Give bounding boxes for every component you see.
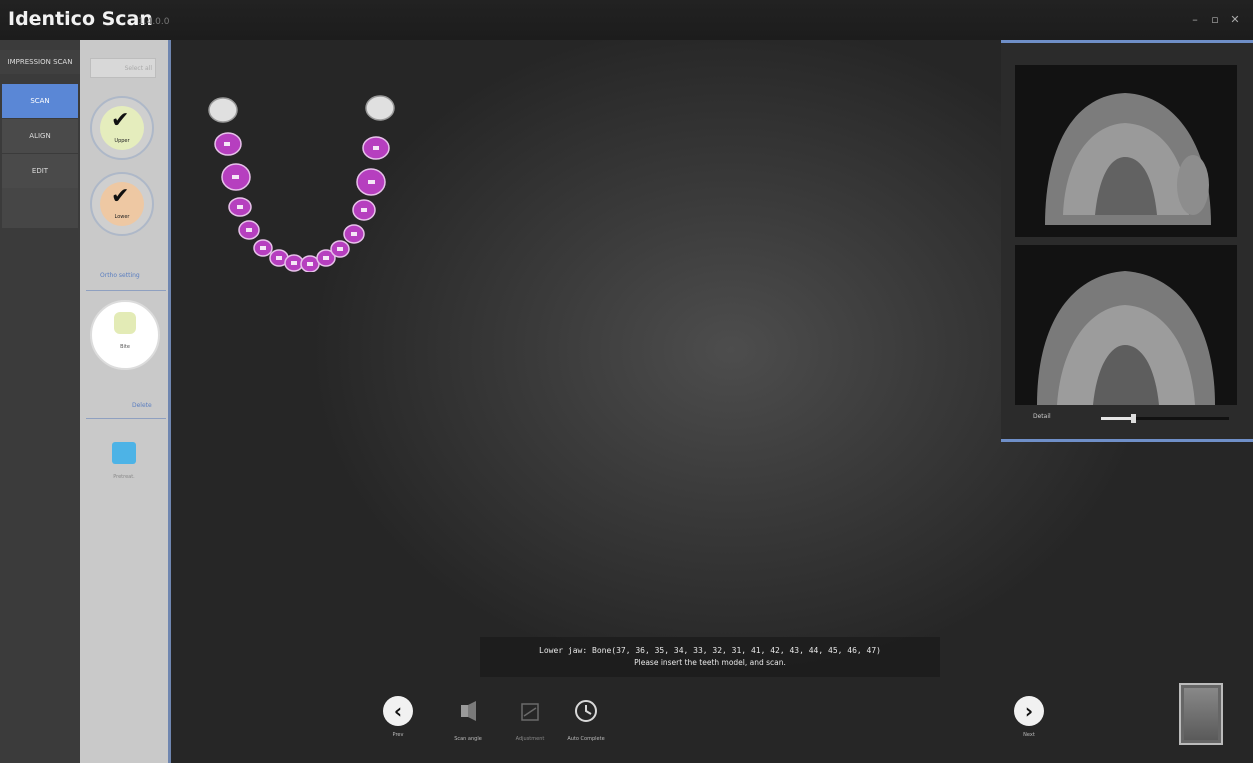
stage-upper-label: Upper <box>114 138 130 144</box>
ortho-setting-link[interactable]: Ortho setting <box>100 272 140 279</box>
stage-bite-label: Bite <box>120 344 130 350</box>
scan-angle-label: Scan angle <box>454 736 482 742</box>
divider <box>86 290 166 291</box>
stage-upper[interactable]: ✔ Upper <box>90 96 154 160</box>
stage-bite[interactable]: Bite <box>90 300 160 370</box>
maximize-icon[interactable]: ▫ <box>1208 14 1222 26</box>
scan-workspace: Detail Lower jaw: Bone(37, 36, 35, 34, 3… <box>171 40 1253 763</box>
app-version: 1.4.0.0 <box>138 17 170 27</box>
stage-lower-label: Lower <box>114 214 130 220</box>
auto-complete-button[interactable]: Auto Complete <box>564 692 608 752</box>
adjustment-label: Adjustment <box>515 736 545 742</box>
title-bar: Identico Scan 1.4.0.0 – ▫ ✕ <box>0 0 1253 41</box>
snapshot-thumbnail[interactable] <box>1179 683 1223 745</box>
delete-link[interactable]: Delete <box>132 402 152 409</box>
auto-complete-icon <box>575 700 597 722</box>
status-line-2: Please insert the teeth model, and scan. <box>634 658 786 667</box>
auto-complete-label: Auto Complete <box>567 736 605 742</box>
check-icon: ✔ <box>111 108 130 133</box>
detail-slider-row: Detail <box>1015 411 1237 425</box>
app-title: Identico Scan <box>8 8 153 30</box>
preview-view-top[interactable] <box>1015 65 1237 237</box>
nav-item-edit[interactable]: EDIT <box>2 154 78 188</box>
slider-knob[interactable] <box>1131 414 1136 423</box>
adjustment-button[interactable]: Adjustment <box>508 692 552 752</box>
nav-item-scan[interactable]: SCAN <box>2 84 78 118</box>
stage-lower[interactable]: ✔ Lower <box>90 172 154 236</box>
stage-pretreat-label: Pretreat. <box>113 474 135 480</box>
status-line-1: Lower jaw: Bone(37, 36, 35, 34, 33, 32, … <box>539 646 881 655</box>
minimize-icon[interactable]: – <box>1188 14 1202 26</box>
adjustment-icon <box>521 703 539 721</box>
thumbnail-image <box>1184 688 1218 740</box>
nav-spacer <box>2 188 78 228</box>
pretreat-swatch <box>112 442 136 464</box>
next-label: Next <box>1023 732 1035 738</box>
tooth-18[interactable] <box>365 95 395 121</box>
chevron-right-icon: › <box>1014 696 1044 726</box>
check-icon: ✔ <box>111 184 130 209</box>
bite-swatch <box>114 312 136 334</box>
divider <box>86 418 166 419</box>
detail-slider[interactable] <box>1101 414 1229 423</box>
status-message: Lower jaw: Bone(37, 36, 35, 34, 33, 32, … <box>480 637 940 677</box>
nav-item-align[interactable]: ALIGN <box>2 119 78 153</box>
next-button[interactable]: › Next <box>1007 692 1051 752</box>
tooth-17[interactable] <box>208 97 238 123</box>
select-all-bar[interactable]: Select all <box>90 58 156 78</box>
preview-panel: Detail <box>1001 40 1253 442</box>
nav-header: IMPRESSION SCAN <box>0 50 80 74</box>
chevron-left-icon: ‹ <box>383 696 413 726</box>
stage-pretreat[interactable]: Pretreat. <box>100 438 148 488</box>
close-icon[interactable]: ✕ <box>1228 14 1242 26</box>
stage-tray: Select all ✔ Upper ✔ Lower Ortho setting… <box>80 40 171 763</box>
prev-label: Prev <box>392 732 404 738</box>
preview-view-bottom[interactable] <box>1015 245 1237 405</box>
prev-button[interactable]: ‹ Prev <box>376 692 420 752</box>
left-nav: IMPRESSION SCAN SCAN ALIGN EDIT <box>0 40 80 763</box>
scan-angle-button[interactable]: Scan angle <box>446 692 490 752</box>
slider-label: Detail <box>1033 413 1051 420</box>
slider-fill <box>1101 417 1133 420</box>
scan-angle-icon <box>461 701 476 721</box>
tooth-map <box>208 95 395 272</box>
